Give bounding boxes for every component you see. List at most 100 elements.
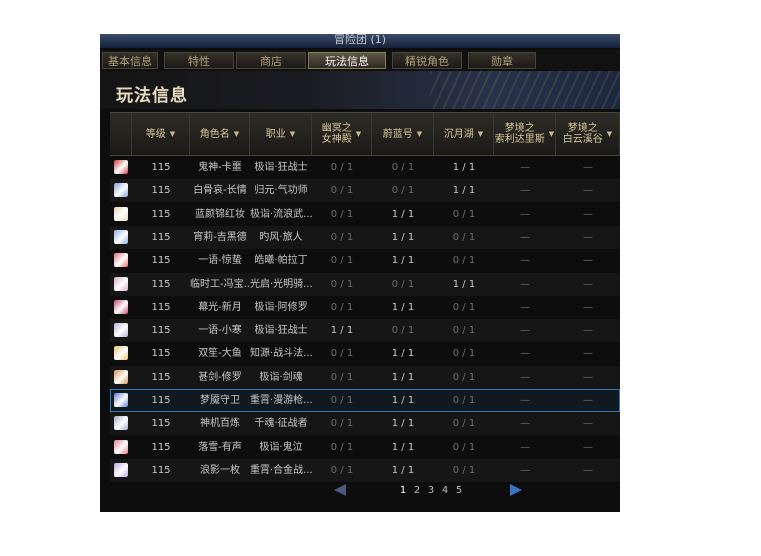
character-avatar-icon [114, 462, 128, 477]
guild-window: 冒险团 (1) 基本信息 特性 商店 玩法信息 精锐角色 勋章 玩法信息 等级 ▼ 角色名 ▼ 职… [100, 34, 620, 512]
page-number-2[interactable]: 2 [412, 485, 422, 496]
column-header-4[interactable]: 幽冥之 女神殿 ▼ [312, 113, 372, 155]
table-row[interactable]: 115 一语-小寒 极诣·狂战士 1 / 1 0 / 1 0 / 1 — — [110, 319, 620, 343]
column-header-2[interactable]: 角色名 ▼ [190, 113, 250, 155]
prev-page-arrow-icon[interactable] [334, 484, 346, 496]
cell-c1: 0 / 1 [330, 418, 354, 430]
cell-c1: 1 / 1 [330, 325, 354, 337]
cell-c2: 1 / 1 [391, 208, 415, 220]
sort-arrow-icon: ▼ [548, 129, 555, 138]
table-row[interactable]: 115 甚剑-修罗 极诣·剑魂 0 / 1 1 / 1 0 / 1 — — [110, 365, 620, 389]
cell-c3: 0 / 1 [452, 395, 476, 406]
table-row[interactable]: 115 蓝颜锦红妆 极诣·流浪武... 0 / 1 1 / 1 0 / 1 — — [110, 203, 620, 226]
cell-c2: 1 / 1 [391, 301, 415, 313]
cell-c1: 0 / 1 [330, 278, 354, 290]
character-avatar-icon [114, 299, 128, 314]
cell-level: 115 [151, 185, 171, 197]
section-banner: 玩法信息 [100, 71, 620, 109]
table-row[interactable]: 115 宵莉-吉黑德 旳风·旅人 0 / 1 1 / 1 0 / 1 — — [110, 225, 620, 249]
column-header-label: 梦境之 [504, 123, 535, 134]
tab-2[interactable]: 特性 [164, 52, 234, 69]
cell-c2: 1 / 1 [391, 395, 415, 406]
table-row[interactable]: 115 梦魇守卫 重霄·漫游枪... 0 / 1 1 / 1 0 / 1 — — [110, 389, 620, 412]
cell-c5: — [583, 208, 593, 220]
sort-arrow-icon: ▼ [606, 129, 613, 138]
tab-3[interactable]: 商店 [236, 52, 306, 69]
column-header-label: 职业 [265, 128, 286, 140]
column-header-1[interactable]: 等级 ▼ [132, 113, 190, 155]
cell-job: 千魂·征战者 [254, 418, 308, 430]
table-row[interactable]: 115 白骨哀-长情 归元·气功师 0 / 1 0 / 1 1 / 1 — — [110, 179, 620, 203]
cell-c5: — [583, 162, 593, 173]
page-number-3[interactable]: 3 [426, 485, 436, 496]
cell-c2: 0 / 1 [391, 278, 415, 290]
cell-c4: — [520, 371, 530, 383]
cell-c4: — [520, 162, 530, 173]
column-header-label: 梦境之 [567, 123, 598, 134]
cell-c5: — [583, 395, 593, 406]
table-row[interactable]: 115 临时工-冯宝... 光启·光明骑... 0 / 1 0 / 1 1 / 1 — — [110, 272, 620, 296]
cell-c4: — [520, 348, 530, 360]
cell-name: 临时工-冯宝... [190, 278, 250, 290]
cell-c2: 1 / 1 [391, 464, 415, 476]
page-number-4[interactable]: 4 [440, 485, 450, 496]
tab-1[interactable]: 基本信息 [102, 52, 158, 69]
cell-c3: 1 / 1 [452, 185, 476, 197]
cell-c2: 1 / 1 [391, 348, 415, 360]
character-avatar-icon [114, 183, 128, 198]
cell-c1: 0 / 1 [330, 301, 354, 313]
tab-5[interactable]: 精锐角色 [392, 52, 462, 69]
cell-c4: — [520, 278, 530, 290]
cell-c1: 0 / 1 [330, 395, 354, 406]
cell-c4: — [520, 441, 530, 453]
column-header-5[interactable]: 蔚蓝号 ▼ [372, 113, 434, 155]
cell-c5: — [583, 418, 593, 430]
cell-job: 极诣·狂战士 [254, 325, 308, 337]
cell-level: 115 [151, 395, 171, 406]
cell-job: 极诣·鬼泣 [259, 441, 303, 453]
cell-c4: — [520, 395, 530, 406]
cell-c4: — [520, 464, 530, 476]
window-title: 冒险团 (1) [100, 34, 620, 48]
cell-level: 115 [151, 464, 171, 476]
cell-c1: 0 / 1 [330, 162, 354, 173]
cell-c5: — [583, 371, 593, 383]
table-row[interactable]: 115 落雪-有声 极诣·鬼泣 0 / 1 1 / 1 0 / 1 — — [110, 436, 620, 459]
table-row[interactable]: 115 幕光-新月 极诣·阿修罗 0 / 1 1 / 1 0 / 1 — — [110, 296, 620, 319]
cell-c2: 0 / 1 [391, 185, 415, 197]
sort-arrow-icon: ▼ [477, 129, 484, 138]
column-header-label-line2: 女神殿 [321, 134, 352, 145]
column-header-8[interactable]: 梦境之 白云溪谷 ▼ [556, 113, 620, 155]
cell-c1: 0 / 1 [330, 208, 354, 220]
tab-4[interactable]: 玩法信息 [308, 52, 386, 69]
table-row[interactable]: 115 浪影一枚 重霄·合金战... 0 / 1 1 / 1 0 / 1 — — [110, 458, 620, 482]
cell-level: 115 [151, 441, 171, 453]
cell-name: 一语-惊蛰 [198, 255, 242, 267]
page-number-1[interactable]: 1 [398, 485, 408, 496]
table-row[interactable]: 115 鬼神-卡噩 极诣·狂战士 0 / 1 0 / 1 1 / 1 — — [110, 156, 620, 179]
cell-c1: 0 / 1 [330, 441, 354, 453]
column-header-label: 蔚蓝号 [382, 128, 413, 140]
cell-c5: — [583, 255, 593, 267]
next-page-arrow-icon[interactable] [510, 484, 522, 496]
column-header-7[interactable]: 梦境之 索利达里斯 ▼ [494, 113, 556, 155]
character-avatar-icon [114, 276, 128, 291]
cell-c2: 0 / 1 [391, 325, 415, 337]
column-header-6[interactable]: 沉月湖 ▼ [434, 113, 494, 155]
cell-job: 重霄·漫游枪... [250, 395, 312, 406]
cell-c3: 0 / 1 [452, 441, 476, 453]
column-header-label-line2: 索利达里斯 [494, 134, 545, 145]
cell-c3: 0 / 1 [452, 464, 476, 476]
cell-c1: 0 / 1 [330, 231, 354, 243]
tab-6[interactable]: 勋章 [468, 52, 536, 69]
column-header-label: 沉月湖 [443, 128, 474, 140]
cell-name: 白骨哀-长情 [193, 185, 247, 197]
cell-job: 知源·战斗法... [250, 348, 312, 360]
cell-level: 115 [151, 162, 171, 173]
page-number-5[interactable]: 5 [454, 485, 464, 496]
table-row[interactable]: 115 神机百炼 千魂·征战者 0 / 1 1 / 1 0 / 1 — — [110, 412, 620, 436]
table-row[interactable]: 115 双笙-大鱼 知源·战斗法... 0 / 1 1 / 1 0 / 1 — — [110, 342, 620, 365]
cell-c1: 0 / 1 [330, 185, 354, 197]
column-header-3[interactable]: 职业 ▼ [250, 113, 312, 155]
table-row[interactable]: 115 一语-惊蛰 皓曦·帕拉丁 0 / 1 1 / 1 0 / 1 — — [110, 249, 620, 272]
